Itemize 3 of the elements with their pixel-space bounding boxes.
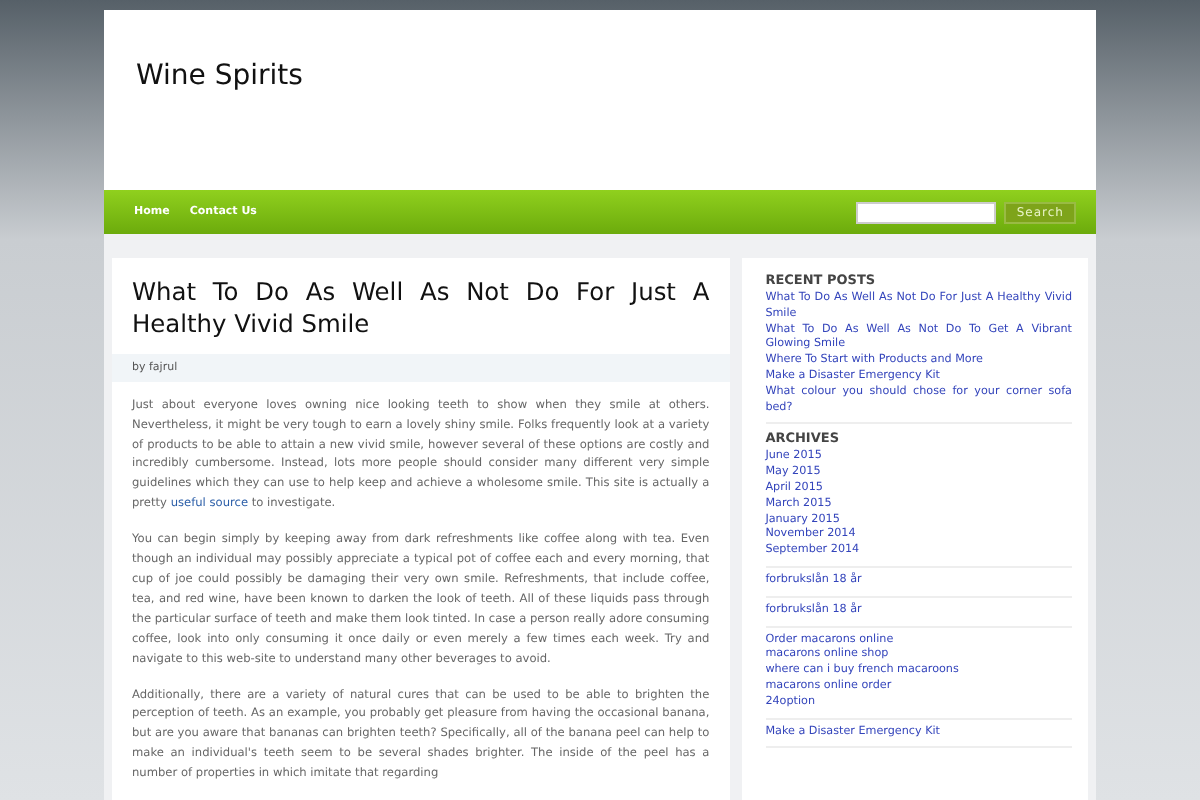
search-field[interactable] [856, 201, 997, 223]
site-title[interactable]: Wine Spirits [136, 60, 303, 92]
post-title: What To Do As Well As Not Do For Just A Healthy Vivid Smile [132, 278, 710, 342]
